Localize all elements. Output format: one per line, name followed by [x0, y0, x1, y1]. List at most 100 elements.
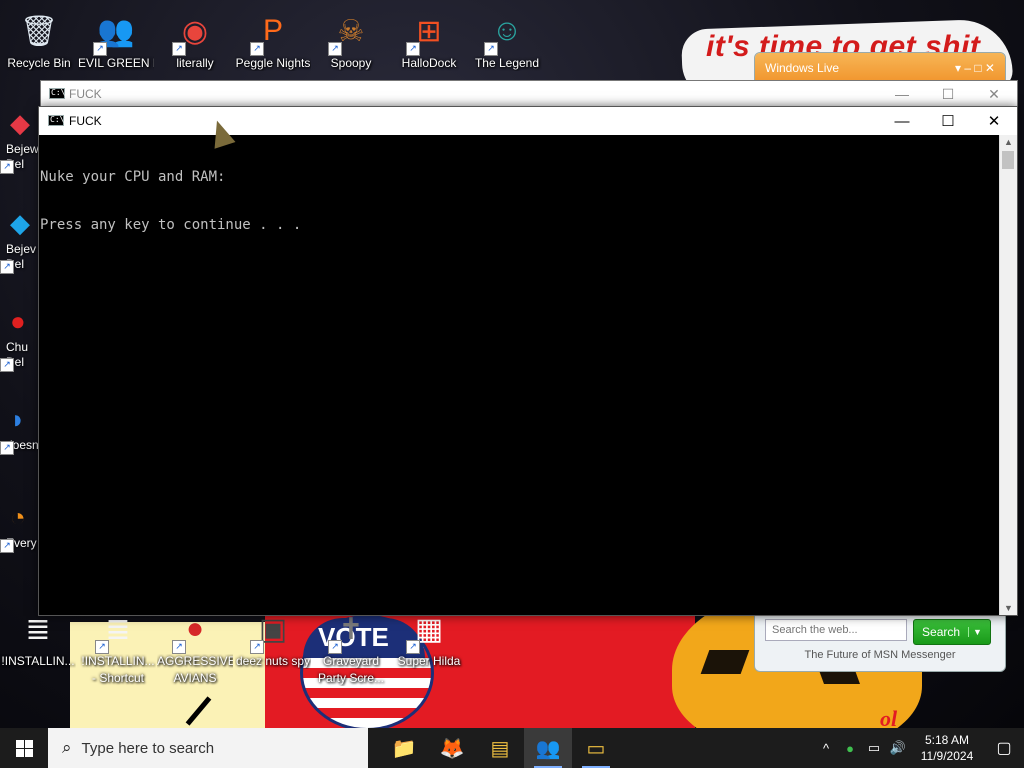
console-window[interactable]: C:\ FUCK — ☐ ✕ Nuke your CPU and RAM: Pr… [38, 106, 1018, 616]
background-console-window[interactable]: C:\ FUCK — ☐ ✕ [40, 80, 1018, 108]
shortcut-arrow-icon: ↗ [406, 640, 420, 654]
minimize-button[interactable]: — [879, 107, 925, 135]
start-button[interactable] [0, 728, 48, 768]
network-icon[interactable]: ▭ [862, 740, 886, 756]
shortcut-arrow-icon: ↗ [0, 260, 14, 274]
shortcut-arrow-icon: ↗ [406, 42, 420, 56]
desktop-icon[interactable]: 🗑 Recycle Bin [1, 8, 77, 71]
msn-search-input[interactable] [765, 619, 907, 641]
msn-messenger-icon: 👥 [535, 737, 561, 760]
shortcut-arrow-icon: ↗ [328, 42, 342, 56]
msn-search-row: Search ▼ [765, 619, 991, 645]
chevron-down-icon[interactable]: ▼ [968, 627, 982, 637]
desktop-icon[interactable]: ◆ ↗ Bejev Del [0, 208, 40, 274]
command-prompt-icon: C:\ [49, 88, 66, 99]
taskbar-app-button[interactable]: 🦊 [428, 728, 476, 768]
file-explorer-icon: 📁 [391, 737, 417, 760]
shortcut-arrow-icon: ↗ [172, 42, 186, 56]
desktop-icon[interactable]: 👥↗EVIL GREEN MEN CO [78, 8, 154, 71]
desktop-icon[interactable]: ● ↗ Chu Del [0, 306, 40, 372]
desktop-icon[interactable]: ✝ ↗ Graveyard Party Scre... [313, 606, 389, 686]
taskbar-app-button[interactable]: ▤ [476, 728, 524, 768]
desktop-icon-label: Super Hilda [397, 654, 461, 668]
desktop-icon-label-line2: Party Scre... [317, 671, 385, 685]
desktop-icon-label: EVIL GREEN MEN CO [78, 56, 154, 70]
maximize-button[interactable]: ☐ [925, 81, 971, 107]
taskbar-search-placeholder: Type here to search [81, 739, 215, 757]
desktop-icon[interactable]: ◔ ↗ Every [0, 502, 40, 553]
taskbar-search-box[interactable]: ⌕ Type here to search [48, 728, 368, 768]
msn-widget-footer[interactable]: The Future of MSN Messenger [755, 649, 1005, 661]
chuzzle-icon: ● ↗ [0, 306, 40, 372]
shortcut-arrow-icon: ↗ [172, 640, 186, 654]
scroll-up-arrow-icon[interactable]: ▲ [1004, 137, 1013, 147]
recycle-bin-icon: 🗑 [19, 14, 59, 48]
msn-search-button-label: Search [922, 625, 961, 639]
shortcut-arrow-icon: ↗ [0, 539, 14, 553]
desktop-icon-label: Graveyard [322, 654, 380, 668]
desktop-icon-label: Recycle Bin [7, 56, 71, 70]
desktop-icon[interactable]: P ↗ Peggle Nights [235, 8, 311, 71]
desktop-icon-label-line2: AVIANS [173, 671, 217, 685]
desktop-icon-label: !INSTALLIN... [81, 654, 155, 668]
desktop-icon[interactable]: ◆ ↗ Bejew Del [0, 108, 40, 174]
taskbar-app-button[interactable]: ▭ [572, 728, 620, 768]
desktop-icon[interactable]: ◗ ↗ doesn [0, 404, 40, 455]
desktop-icon[interactable]: ⊞ ↗ HalloDock [391, 8, 467, 71]
shortcut-arrow-icon: ↗ [484, 42, 498, 56]
minimize-button[interactable]: — [879, 81, 925, 107]
console-line: Press any key to continue . . . [40, 217, 302, 233]
desktop-icon[interactable]: ☠ ↗ Spoopy [313, 8, 389, 71]
console-output[interactable]: Nuke your CPU and RAM: Press any key to … [39, 135, 999, 615]
system-tray: ^ ● ▭ 🔊 5:18 AM 11/9/2024 ▢ [814, 728, 1024, 768]
orange-app-icon: ◔ ↗ [0, 502, 40, 553]
chevron-up-icon[interactable]: ^ [814, 741, 838, 756]
maximize-button[interactable]: ☐ [925, 107, 971, 135]
bejeweled-icon: ◆ ↗ [0, 108, 40, 174]
shortcut-arrow-icon: ↗ [0, 160, 14, 174]
desktop-icon-label: !INSTALLIN... [1, 654, 75, 668]
desktop-icon-label: HalloDock [401, 56, 457, 70]
peggle-icon: P ↗ [250, 8, 296, 56]
msn-search-button[interactable]: Search ▼ [913, 619, 991, 645]
desktop-icon-label: Spoopy [330, 56, 372, 70]
taskbar: ⌕ Type here to search 📁 🦊 ▤ 👥 ▭ ^ ● ▭ 🔊 5:18… [0, 728, 1024, 768]
vertical-scrollbar[interactable]: ▲ ▼ [999, 135, 1017, 615]
chrome-icon: ◉ ↗ [172, 8, 218, 56]
window-title: FUCK [69, 114, 102, 128]
console-titlebar[interactable]: C:\ FUCK — ☐ ✕ [39, 107, 1017, 135]
command-prompt-icon: ▭ [586, 737, 606, 760]
notepad-app-icon: ▤ [490, 737, 510, 760]
taskbar-clock[interactable]: 5:18 AM 11/9/2024 [910, 732, 984, 764]
scrollbar-thumb[interactable] [1002, 151, 1014, 169]
desktop-icon[interactable]: ≣ ↗ !INSTALLIN... - Shortcut [80, 606, 156, 686]
msn-buddies-icon: 👥 ↗ [93, 8, 139, 56]
taskbar-app-button[interactable]: 📁 [380, 728, 428, 768]
desktop-icon-label: Peggle Nights [235, 56, 311, 70]
close-button[interactable]: ✕ [971, 107, 1017, 135]
windows-logo-icon [15, 739, 33, 757]
desktop-icon[interactable]: ☺ ↗ The Legend [469, 8, 545, 71]
close-button[interactable]: ✕ [971, 81, 1017, 107]
taskbar-app-button[interactable]: 👥 [524, 728, 572, 768]
legend-icon: ☺ ↗ [484, 8, 530, 56]
shortcut-arrow-icon: ↗ [95, 640, 109, 654]
window-controls: — ☐ ✕ [879, 107, 1017, 135]
shortcut-arrow-icon: ↗ [250, 42, 264, 56]
desktop-icon[interactable]: ◉ ↗ literally [157, 8, 233, 71]
wallpaper-halloween-text: ol [880, 706, 898, 728]
command-prompt-icon: C:\ [48, 115, 65, 126]
clock-time: 5:18 AM [924, 733, 970, 747]
shortcut-arrow-icon: ↗ [250, 640, 264, 654]
window-controls: — ☐ ✕ [879, 81, 1017, 107]
window-title: FUCK [69, 87, 102, 101]
notifications-icon[interactable]: ▢ [984, 738, 1024, 758]
volume-icon[interactable]: 🔊 [886, 740, 910, 756]
desktop-icon-label-line2: - Shortcut [91, 671, 145, 685]
desktop-icon-label: literally [176, 56, 214, 70]
shortcut-arrow-icon: ↗ [328, 640, 342, 654]
scroll-down-arrow-icon[interactable]: ▼ [1004, 603, 1013, 613]
desktop-icon[interactable]: ● ↗ AGGRESSIVE AVIANS [157, 606, 233, 686]
shortcut-arrow-icon: ↗ [93, 42, 107, 56]
msn-tray-icon[interactable]: ● [838, 741, 862, 756]
